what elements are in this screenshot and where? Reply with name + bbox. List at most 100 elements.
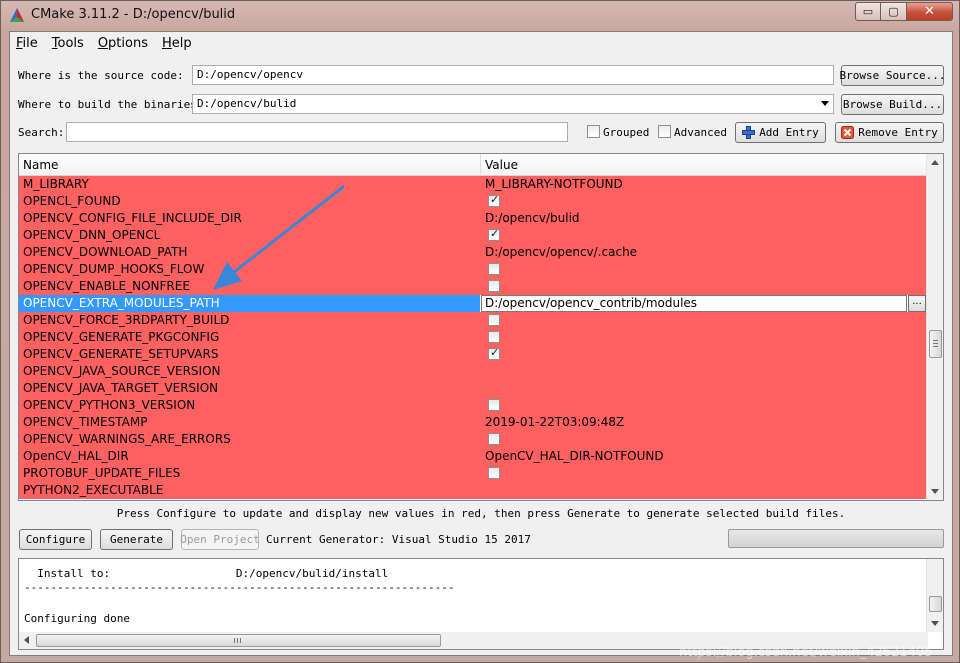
table-row[interactable]: OPENCV_WARNINGS_ARE_ERRORS [19,431,926,448]
cache-entry-name: PYTHON2_EXECUTABLE [23,483,164,497]
cache-entry-value: D:/opencv/opencv_contrib/modules [485,296,698,310]
open-project-button[interactable]: Open Project [180,529,260,550]
browse-source-button[interactable]: Browse Source... [840,65,945,86]
output-log[interactable]: Install to: D:/opencv/bulid/install ----… [18,558,944,650]
cache-entry-checkbox[interactable] [488,263,500,275]
cmake-window: CMake 3.11.2 - D:/opencv/bulid ▭ ▢ ✕ Fil… [0,0,960,663]
cache-entry-name: OPENCV_ENABLE_NONFREE [23,279,190,293]
cache-entry-checkbox[interactable] [488,193,500,207]
browse-path-button[interactable]: ... [908,295,926,312]
table-row[interactable]: M_LIBRARY M_LIBRARY-NOTFOUND [19,176,926,193]
generate-button[interactable]: Generate [100,529,173,550]
binaries-path-combobox[interactable]: D:/opencv/bulid [192,94,834,114]
grouped-checkbox[interactable] [587,125,600,138]
table-vertical-scrollbar[interactable] [926,154,943,500]
table-row[interactable]: PYTHON2_EXECUTABLE [19,482,926,499]
output-hscroll-thumb[interactable] [36,634,441,647]
cache-entry-name: OPENCV_FORCE_3RDPARTY_BUILD [23,313,230,327]
dropdown-arrow-icon[interactable] [821,101,829,106]
output-vertical-scrollbar[interactable] [926,559,943,632]
cache-entry-checkbox[interactable] [488,314,500,326]
search-input[interactable] [66,122,568,142]
remove-entry-label: Remove Entry [858,126,938,139]
table-row[interactable]: OPENCV_ENABLE_NONFREE [19,278,926,295]
cache-entry-name: OPENCV_CONFIG_FILE_INCLUDE_DIR [23,211,242,225]
cache-entry-checkbox[interactable] [488,433,500,445]
add-entry-label: Add Entry [759,126,819,139]
cache-entry-name: M_LIBRARY [23,177,89,191]
close-icon: ✕ [924,4,935,19]
cache-entry-value[interactable]: 2019-01-22T03:09:48Z [485,415,624,429]
menu-help[interactable]: Help [162,36,192,51]
output-scroll-thumb[interactable] [929,596,942,612]
cache-entry-name: OPENCV_PYTHON3_VERSION [23,398,196,412]
remove-icon [841,126,855,139]
table-row[interactable]: OPENCV_JAVA_TARGET_VERSION [19,380,926,397]
column-header-name[interactable]: Name [23,158,58,172]
cache-entry-value[interactable]: D:/opencv/opencv/.cache [485,245,637,259]
current-generator-text: Current Generator: Visual Studio 15 2017 [266,533,531,546]
cache-entry-name: OPENCL_FOUND [23,194,121,208]
table-row[interactable]: OPENCV_DUMP_HOOKS_FLOW [19,261,926,278]
table-row[interactable]: OPENCV_DNN_OPENCL [19,227,926,244]
cache-entry-value[interactable]: D:/opencv/bulid [485,211,580,225]
configure-button[interactable]: Configure [19,529,92,550]
log-line: Install to: D:/opencv/bulid/install [24,567,389,580]
source-path-input[interactable]: D:/opencv/opencv [192,65,834,85]
cache-entry-name: PROTOBUF_UPDATE_FILES [23,466,181,480]
close-button[interactable]: ✕ [907,2,953,21]
table-row[interactable]: OPENCV_CONFIG_FILE_INCLUDE_DIR D:/opencv/… [19,210,926,227]
plus-icon [742,126,756,139]
cache-entry-name: OPENCV_JAVA_SOURCE_VERSION [23,364,221,378]
table-row[interactable]: OPENCV_FORCE_3RDPARTY_BUILD [19,312,926,329]
browse-build-button[interactable]: Browse Build... [841,94,944,115]
cache-entry-checkbox[interactable] [488,467,500,479]
remove-entry-button[interactable]: Remove Entry [835,122,944,143]
title-bar[interactable]: CMake 3.11.2 - D:/opencv/bulid ▭ ▢ ✕ [1,1,959,31]
scroll-left-icon[interactable] [24,636,29,644]
table-row[interactable]: OPENCV_JAVA_SOURCE_VERSION [19,363,926,380]
scroll-thumb[interactable] [929,330,942,358]
advanced-label: Advanced [674,126,727,139]
add-entry-button[interactable]: Add Entry [735,122,826,143]
menu-file[interactable]: File [16,36,38,51]
cache-entry-checkbox[interactable] [488,331,500,343]
search-label: Search: [18,126,65,139]
table-row[interactable]: PROTOBUF_UPDATE_FILES [19,465,926,482]
cache-entry-value[interactable]: M_LIBRARY-NOTFOUND [485,177,623,191]
table-body: M_LIBRARY M_LIBRARY-NOTFOUND OPENCL_FOUND O… [19,176,926,499]
cache-entry-name: OPENCV_GENERATE_SETUPVARS [23,347,219,361]
source-label: Where is the source code: [18,69,184,82]
cache-entry-checkbox[interactable] [488,346,500,360]
table-row[interactable]: OPENCV_DOWNLOAD_PATH D:/opencv/opencv/.ca… [19,244,926,261]
cache-entry-checkbox[interactable] [488,399,500,411]
maximize-icon: ▢ [888,5,899,18]
table-row[interactable]: OPENCV_PYTHON3_VERSION [19,397,926,414]
cache-entry-checkbox[interactable] [488,227,500,241]
minimize-button[interactable]: ▭ [855,2,881,21]
scroll-up-icon[interactable] [931,160,939,165]
cache-entry-name: OPENCV_DNN_OPENCL [23,228,161,242]
cache-entry-name: OPENCV_JAVA_TARGET_VERSION [23,381,219,395]
log-line: Configuring done [24,612,130,625]
table-row[interactable]: OPENCL_FOUND [19,193,926,210]
table-row[interactable]: OpenCV_HAL_DIR OpenCV_HAL_DIR-NOTFOUND [19,448,926,465]
binaries-path-value: D:/opencv/bulid [197,97,297,110]
log-line: ----------------------------------------… [24,581,455,594]
maximize-button[interactable]: ▢ [881,2,907,21]
status-message: Press Configure to update and display ne… [116,507,846,520]
column-divider[interactable] [480,154,481,176]
table-row[interactable]: OPENCV_TIMESTAMP 2019-01-22T03:09:48Z [19,414,926,431]
column-header-value[interactable]: Value [485,158,518,172]
table-row[interactable]: OPENCV_GENERATE_PKGCONFIG [19,329,926,346]
menu-options[interactable]: Options [98,36,148,51]
menu-tools[interactable]: Tools [52,36,84,51]
advanced-checkbox[interactable] [658,125,671,138]
scroll-down-icon[interactable] [931,489,939,494]
output-scroll-down-icon[interactable] [931,621,939,626]
table-row[interactable]: OPENCV_EXTRA_MODULES_PATH D:/opencv/openc… [19,295,926,312]
table-row[interactable]: OPENCV_GENERATE_SETUPVARS [19,346,926,363]
binaries-label: Where to build the binaries: [18,98,204,111]
cache-entry-checkbox[interactable] [488,280,500,292]
cache-entry-value[interactable]: OpenCV_HAL_DIR-NOTFOUND [485,449,664,463]
